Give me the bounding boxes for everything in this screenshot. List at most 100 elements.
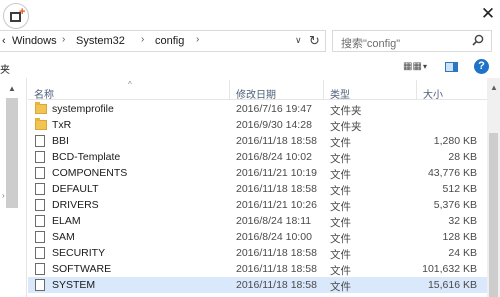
file-date: 2016/11/21 10:26 <box>236 199 317 211</box>
file-icon <box>35 247 45 259</box>
file-icon <box>35 263 45 275</box>
file-name: COMPONENTS <box>52 167 128 179</box>
search-placeholder: 搜索"config" <box>341 38 401 50</box>
file-row[interactable]: SAM 2016/8/24 10:00 文件 128 KB <box>28 229 487 245</box>
expand-icon[interactable]: › <box>2 191 5 200</box>
view-dropdown-icon[interactable]: ▾ <box>423 62 427 71</box>
file-name: DEFAULT <box>52 183 99 195</box>
file-name: ELAM <box>52 215 81 227</box>
file-size: 32 KB <box>448 215 477 227</box>
file-size: 512 KB <box>442 183 477 195</box>
file-row[interactable]: DRIVERS 2016/11/21 10:26 文件 5,376 KB <box>28 197 487 213</box>
breadcrumb-config[interactable]: config <box>155 35 184 47</box>
file-row[interactable]: TxR 2016/9/30 14:28 文件夹 <box>28 117 487 133</box>
file-name: DRIVERS <box>52 199 99 211</box>
file-date: 2016/9/30 14:28 <box>236 119 312 131</box>
file-date: 2016/7/16 19:47 <box>236 103 312 115</box>
file-icon <box>35 135 45 147</box>
file-type: 文件 <box>330 137 351 149</box>
back-chevron-icon[interactable]: ‹ <box>2 35 6 47</box>
file-type: 文件 <box>330 281 351 293</box>
nav-scrollbar-thumb[interactable] <box>6 98 18 208</box>
breadcrumb-system32[interactable]: System32 <box>76 35 125 47</box>
file-type: 文件 <box>330 233 351 245</box>
file-name: BBI <box>52 135 69 147</box>
scroll-up-icon[interactable]: ▲ <box>8 84 16 93</box>
sort-ascending-icon: ^ <box>128 80 132 89</box>
file-name: SYSTEM <box>52 279 96 291</box>
file-size: 15,616 KB <box>427 279 477 291</box>
file-name: TxR <box>52 119 72 131</box>
file-row[interactable]: BCD-Template 2016/8/24 10:02 文件 28 KB <box>28 149 487 165</box>
breadcrumb-separator[interactable]: › <box>141 34 144 45</box>
file-size: 1,280 KB <box>433 135 477 147</box>
preview-pane-icon[interactable] <box>445 62 458 72</box>
folder-icon <box>35 118 47 130</box>
column-type[interactable]: 类型 <box>330 86 350 101</box>
file-row[interactable]: DEFAULT 2016/11/18 18:58 文件 512 KB <box>28 181 487 197</box>
file-type: 文件 <box>330 249 351 261</box>
file-list-scrollbar[interactable]: ▲ <box>487 78 500 297</box>
folder-icon <box>35 102 47 114</box>
file-size: 43,776 KB <box>427 167 477 179</box>
view-toolbar: 夹 ▦▦ ▾ ? <box>0 58 500 78</box>
column-name[interactable]: 名称 <box>34 86 54 101</box>
file-date: 2016/11/18 18:58 <box>236 247 317 259</box>
file-type: 文件 <box>330 217 351 229</box>
column-size[interactable]: 大小 <box>423 86 443 101</box>
file-row[interactable]: systemprofile 2016/7/16 19:47 文件夹 <box>28 101 487 117</box>
breadcrumb-windows[interactable]: Windows <box>12 35 57 47</box>
breadcrumb-separator[interactable]: › <box>196 34 199 45</box>
breadcrumb-separator[interactable]: › <box>62 34 65 45</box>
view-options-icon[interactable]: ▦▦ <box>403 61 422 72</box>
file-row[interactable]: ELAM 2016/8/24 18:11 文件 32 KB <box>28 213 487 229</box>
folder-plus-icon[interactable]: + <box>3 3 29 29</box>
file-icon <box>35 183 45 195</box>
file-icon <box>35 279 45 291</box>
file-date: 2016/11/18 18:58 <box>236 135 317 147</box>
file-date: 2016/8/24 10:02 <box>236 151 312 163</box>
file-type: 文件 <box>330 185 351 197</box>
file-type: 文件 <box>330 201 351 213</box>
address-bar[interactable]: ‹ Windows › System32 › config › ∨ ↻ <box>0 30 326 52</box>
file-icon <box>35 231 45 243</box>
help-button[interactable]: ? <box>474 59 489 74</box>
file-icon <box>35 215 45 227</box>
file-size: 24 KB <box>448 247 477 259</box>
file-row[interactable]: SOFTWARE 2016/11/18 18:58 文件 101,632 KB <box>28 261 487 277</box>
file-date: 2016/11/18 18:58 <box>236 279 317 291</box>
file-date: 2016/11/18 18:58 <box>236 183 317 195</box>
search-input[interactable]: 搜索"config" <box>332 30 492 52</box>
file-row[interactable]: COMPONENTS 2016/11/21 10:19 文件 43,776 KB <box>28 165 487 181</box>
close-button[interactable]: ✕ <box>478 4 498 24</box>
column-header: ^ 名称 修改日期 类型 大小 <box>28 80 487 101</box>
address-row: ‹ Windows › System32 › config › ∨ ↻ 搜索"c… <box>0 30 500 54</box>
file-type: 文件夹 <box>330 105 362 117</box>
file-icon <box>35 199 45 211</box>
search-icon[interactable] <box>471 33 485 47</box>
file-name: systemprofile <box>52 103 114 115</box>
scroll-up-icon[interactable]: ▲ <box>490 83 498 92</box>
file-name: SOFTWARE <box>52 263 112 275</box>
navigation-pane[interactable]: ▲ › <box>0 78 27 297</box>
file-row[interactable]: SYSTEM 2016/11/18 18:58 文件 15,616 KB <box>28 277 487 293</box>
nav-pane-fragment: 夹 <box>0 65 10 76</box>
file-date: 2016/11/18 18:58 <box>236 263 317 275</box>
file-date: 2016/11/21 10:19 <box>236 167 317 179</box>
file-type: 文件 <box>330 265 351 277</box>
file-row[interactable]: SECURITY 2016/11/18 18:58 文件 24 KB <box>28 245 487 261</box>
title-bar: + ✕ <box>0 0 500 30</box>
scrollbar-thumb[interactable] <box>489 133 498 297</box>
file-icon <box>35 151 45 163</box>
file-row[interactable]: BBI 2016/11/18 18:58 文件 1,280 KB <box>28 133 487 149</box>
file-size: 5,376 KB <box>433 199 477 211</box>
file-type: 文件 <box>330 153 351 165</box>
column-date[interactable]: 修改日期 <box>236 86 276 101</box>
file-date: 2016/8/24 10:00 <box>236 231 312 243</box>
address-dropdown-icon[interactable]: ∨ <box>295 35 302 46</box>
file-date: 2016/8/24 18:11 <box>236 215 312 227</box>
file-icon <box>35 167 45 179</box>
file-size: 128 KB <box>442 231 477 243</box>
refresh-icon[interactable]: ↻ <box>309 33 320 49</box>
file-size: 101,632 KB <box>422 263 477 275</box>
